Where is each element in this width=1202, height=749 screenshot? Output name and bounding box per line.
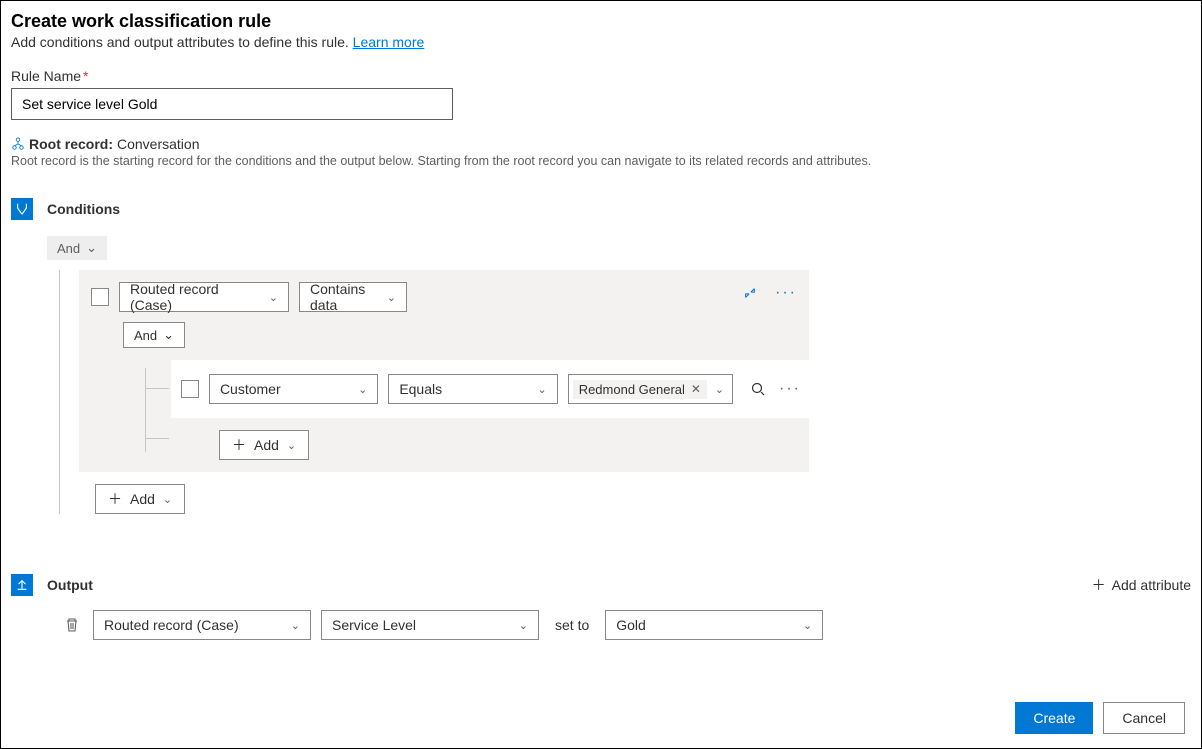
root-record-label: Root record: [29, 136, 113, 152]
tree-connector [59, 270, 60, 514]
search-icon[interactable] [747, 378, 769, 400]
inner-tree-elbow [145, 388, 169, 389]
delete-icon[interactable] [61, 617, 83, 633]
chevron-down-icon: ⌄ [163, 493, 172, 506]
subtitle-text: Add conditions and output attributes to … [11, 34, 353, 50]
chevron-down-icon: ⌄ [291, 619, 300, 632]
page-subtitle: Add conditions and output attributes to … [11, 34, 1191, 50]
remove-chip-icon[interactable]: ✕ [691, 382, 701, 396]
chevron-down-icon: ⌄ [715, 383, 728, 396]
chevron-down-icon: ⌄ [387, 291, 396, 304]
condition-field-dropdown[interactable]: Customer⌄ [209, 374, 378, 404]
group-checkbox[interactable] [91, 288, 109, 306]
condition-value-lookup[interactable]: Redmond General ✕ ⌄ [568, 374, 733, 404]
conditions-title: Conditions [47, 201, 120, 217]
chevron-down-icon: ⌄ [537, 383, 546, 396]
plus-icon: ＋ [232, 435, 246, 455]
page-title: Create work classification rule [11, 11, 1191, 32]
group-field-dropdown[interactable]: Routed record (Case)⌄ [119, 282, 289, 312]
output-attribute-dropdown[interactable]: Service Level⌄ [321, 610, 539, 640]
condition-operator-dropdown[interactable]: Equals⌄ [388, 374, 557, 404]
output-value-dropdown[interactable]: Gold⌄ [605, 610, 823, 640]
group-operator-dropdown[interactable]: Contains data⌄ [299, 282, 407, 312]
required-asterisk: * [83, 68, 88, 84]
plus-icon: ＋ [108, 489, 122, 509]
condition-group: Routed record (Case)⌄ Contains data⌄ ··· [79, 270, 809, 472]
inner-join-selector[interactable]: And ⌄ [123, 322, 185, 348]
collapse-icon[interactable] [739, 282, 761, 304]
rule-name-label: Rule Name* [11, 68, 1191, 84]
more-icon[interactable]: ··· [775, 282, 797, 304]
chevron-down-icon: ⌄ [269, 291, 278, 304]
root-record-description: Root record is the starting record for t… [11, 154, 1191, 168]
plus-icon: ＋ [1092, 575, 1106, 595]
cancel-button[interactable]: Cancel [1103, 702, 1185, 734]
chevron-down-icon: ⌄ [86, 240, 97, 256]
inner-add-button[interactable]: ＋ Add ⌄ [219, 430, 309, 460]
condition-row: Customer⌄ Equals⌄ Redmond General ✕ ⌄ [171, 360, 811, 418]
top-join-selector[interactable]: And ⌄ [47, 236, 107, 260]
lookup-chip: Redmond General ✕ [573, 380, 707, 399]
outer-add-button[interactable]: ＋ Add ⌄ [95, 484, 185, 514]
inner-tree-connector [145, 368, 146, 452]
chevron-down-icon: ⌄ [803, 619, 812, 632]
conditions-icon [11, 198, 33, 220]
set-to-label: set to [549, 617, 595, 633]
rule-name-input[interactable] [11, 88, 453, 120]
inner-tree-elbow [145, 438, 169, 439]
chevron-down-icon: ⌄ [287, 439, 296, 452]
chevron-down-icon: ⌄ [519, 619, 528, 632]
output-entity-dropdown[interactable]: Routed record (Case)⌄ [93, 610, 311, 640]
more-icon[interactable]: ··· [779, 378, 801, 400]
output-title: Output [47, 577, 93, 593]
chevron-down-icon: ⌄ [358, 383, 367, 396]
chevron-down-icon: ⌄ [163, 327, 174, 343]
add-attribute-button[interactable]: ＋ Add attribute [1092, 575, 1191, 595]
create-button[interactable]: Create [1015, 702, 1093, 734]
hierarchy-icon [11, 137, 25, 151]
learn-more-link[interactable]: Learn more [353, 34, 425, 50]
conditions-section-header: Conditions [11, 198, 1191, 220]
output-icon [11, 574, 33, 596]
output-section-header: Output [11, 574, 93, 596]
condition-checkbox[interactable] [181, 380, 199, 398]
root-record-value: Conversation [117, 136, 200, 152]
